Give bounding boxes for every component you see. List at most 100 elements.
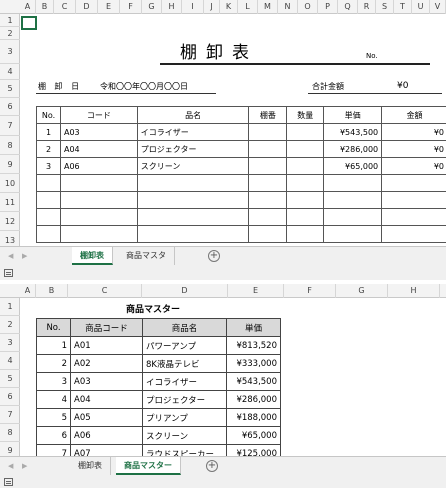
- master-name-cell[interactable]: イコライザー: [142, 372, 227, 391]
- empty-cell[interactable]: [36, 225, 61, 243]
- row-header-9[interactable]: 9: [0, 155, 20, 174]
- empty-cell[interactable]: [381, 225, 446, 243]
- item-amount[interactable]: ¥0: [381, 123, 446, 141]
- empty-cell[interactable]: [59, 225, 138, 243]
- empty-cell[interactable]: [36, 208, 61, 226]
- empty-cell[interactable]: [59, 174, 138, 192]
- column-header-h[interactable]: H: [388, 284, 440, 298]
- master-name-cell[interactable]: パワーアンプ: [142, 336, 227, 355]
- column-header-b[interactable]: B: [36, 0, 54, 14]
- item-shelf[interactable]: [248, 123, 288, 141]
- column-header-q[interactable]: Q: [338, 0, 358, 14]
- column-header-d[interactable]: D: [142, 284, 228, 298]
- row-header-7[interactable]: 7: [0, 406, 20, 424]
- item-name[interactable]: イコライザー: [136, 123, 250, 141]
- column-header-a[interactable]: A: [20, 0, 36, 14]
- column-header-n[interactable]: N: [278, 0, 298, 14]
- item-qty[interactable]: [286, 157, 325, 175]
- column-header-a[interactable]: A: [20, 284, 36, 298]
- empty-cell[interactable]: [381, 191, 446, 209]
- empty-cell[interactable]: [136, 191, 250, 209]
- column-header-h[interactable]: H: [162, 0, 182, 14]
- master-price-cell[interactable]: ¥188,000: [226, 408, 281, 427]
- master-no-cell[interactable]: 2: [36, 354, 71, 373]
- tab-inventory[interactable]: 棚卸表: [72, 247, 113, 265]
- master-code-cell[interactable]: A06: [70, 426, 143, 445]
- column-header-r[interactable]: R: [358, 0, 376, 14]
- row-header-6[interactable]: 6: [0, 388, 20, 406]
- sheet-view-icon[interactable]: [4, 478, 13, 486]
- master-name-cell[interactable]: プロジェクター: [142, 390, 227, 409]
- empty-cell[interactable]: [381, 208, 446, 226]
- column-header-e[interactable]: E: [228, 284, 284, 298]
- master-price-cell[interactable]: ¥65,000: [226, 426, 281, 445]
- master-no-cell[interactable]: 3: [36, 372, 71, 391]
- empty-cell[interactable]: [286, 208, 325, 226]
- master-price-cell[interactable]: ¥286,000: [226, 390, 281, 409]
- tab-product-master[interactable]: 商品マスター: [116, 457, 181, 475]
- item-name[interactable]: プロジェクター: [136, 140, 250, 158]
- master-name-cell[interactable]: プリアンプ: [142, 408, 227, 427]
- row-header-3[interactable]: 3: [0, 334, 20, 352]
- item-amount[interactable]: ¥0: [381, 157, 446, 175]
- master-no-cell[interactable]: 5: [36, 408, 71, 427]
- column-header-v[interactable]: V: [430, 0, 446, 14]
- column-header-p[interactable]: P: [318, 0, 338, 14]
- master-price-cell[interactable]: ¥333,000: [226, 354, 281, 373]
- master-code-cell[interactable]: A03: [70, 372, 143, 391]
- column-header-l[interactable]: L: [238, 0, 258, 14]
- row-header-1[interactable]: 1: [0, 14, 20, 27]
- row-header-1[interactable]: 1: [0, 298, 20, 316]
- column-header-t[interactable]: T: [394, 0, 412, 14]
- empty-cell[interactable]: [286, 225, 325, 243]
- empty-cell[interactable]: [59, 208, 138, 226]
- empty-cell[interactable]: [136, 225, 250, 243]
- empty-cell[interactable]: [248, 225, 288, 243]
- sheet-view-icon[interactable]: [4, 269, 13, 277]
- row-header-2[interactable]: 2: [0, 27, 20, 40]
- master-code-cell[interactable]: A02: [70, 354, 143, 373]
- row-header-6[interactable]: 6: [0, 98, 20, 116]
- item-no[interactable]: 1: [36, 123, 61, 141]
- empty-cell[interactable]: [323, 191, 383, 209]
- item-qty[interactable]: [286, 140, 325, 158]
- item-code[interactable]: A06: [59, 157, 138, 175]
- item-price[interactable]: ¥286,000: [323, 140, 383, 158]
- column-header-u[interactable]: U: [412, 0, 430, 14]
- master-no-cell[interactable]: 4: [36, 390, 71, 409]
- master-no-cell[interactable]: 6: [36, 426, 71, 445]
- column-header-s[interactable]: S: [376, 0, 394, 14]
- master-price-cell[interactable]: ¥543,500: [226, 372, 281, 391]
- add-sheet-icon[interactable]: +: [206, 460, 218, 472]
- item-no[interactable]: 3: [36, 157, 61, 175]
- add-sheet-icon[interactable]: +: [208, 250, 220, 262]
- active-cell-A1[interactable]: [21, 16, 37, 30]
- item-shelf[interactable]: [248, 140, 288, 158]
- tab-scroll-left-icon[interactable]: ◀: [8, 462, 13, 470]
- master-code-cell[interactable]: A05: [70, 408, 143, 427]
- item-qty[interactable]: [286, 123, 325, 141]
- row-header-11[interactable]: 11: [0, 193, 20, 212]
- column-header-g[interactable]: G: [336, 284, 388, 298]
- column-header-g[interactable]: G: [142, 0, 162, 14]
- tab-scroll-left-icon[interactable]: ◀: [8, 252, 13, 260]
- column-header-d[interactable]: D: [76, 0, 98, 14]
- row-header-4[interactable]: 4: [0, 352, 20, 370]
- column-header-f[interactable]: F: [120, 0, 142, 14]
- row-header-4[interactable]: 4: [0, 64, 20, 80]
- item-name[interactable]: スクリーン: [136, 157, 250, 175]
- tab-product-master[interactable]: 商品マスタ: [118, 247, 175, 265]
- column-header-j[interactable]: J: [204, 0, 220, 14]
- column-header-k[interactable]: K: [220, 0, 238, 14]
- empty-cell[interactable]: [286, 174, 325, 192]
- tab-scroll-right-icon[interactable]: ▶: [22, 252, 27, 260]
- empty-cell[interactable]: [59, 191, 138, 209]
- empty-cell[interactable]: [381, 174, 446, 192]
- master-name-cell[interactable]: 8K液晶テレビ: [142, 354, 227, 373]
- column-header-i[interactable]: I: [182, 0, 204, 14]
- column-header-c[interactable]: C: [54, 0, 76, 14]
- empty-cell[interactable]: [248, 208, 288, 226]
- empty-cell[interactable]: [248, 174, 288, 192]
- empty-cell[interactable]: [323, 225, 383, 243]
- row-header-3[interactable]: 3: [0, 40, 20, 64]
